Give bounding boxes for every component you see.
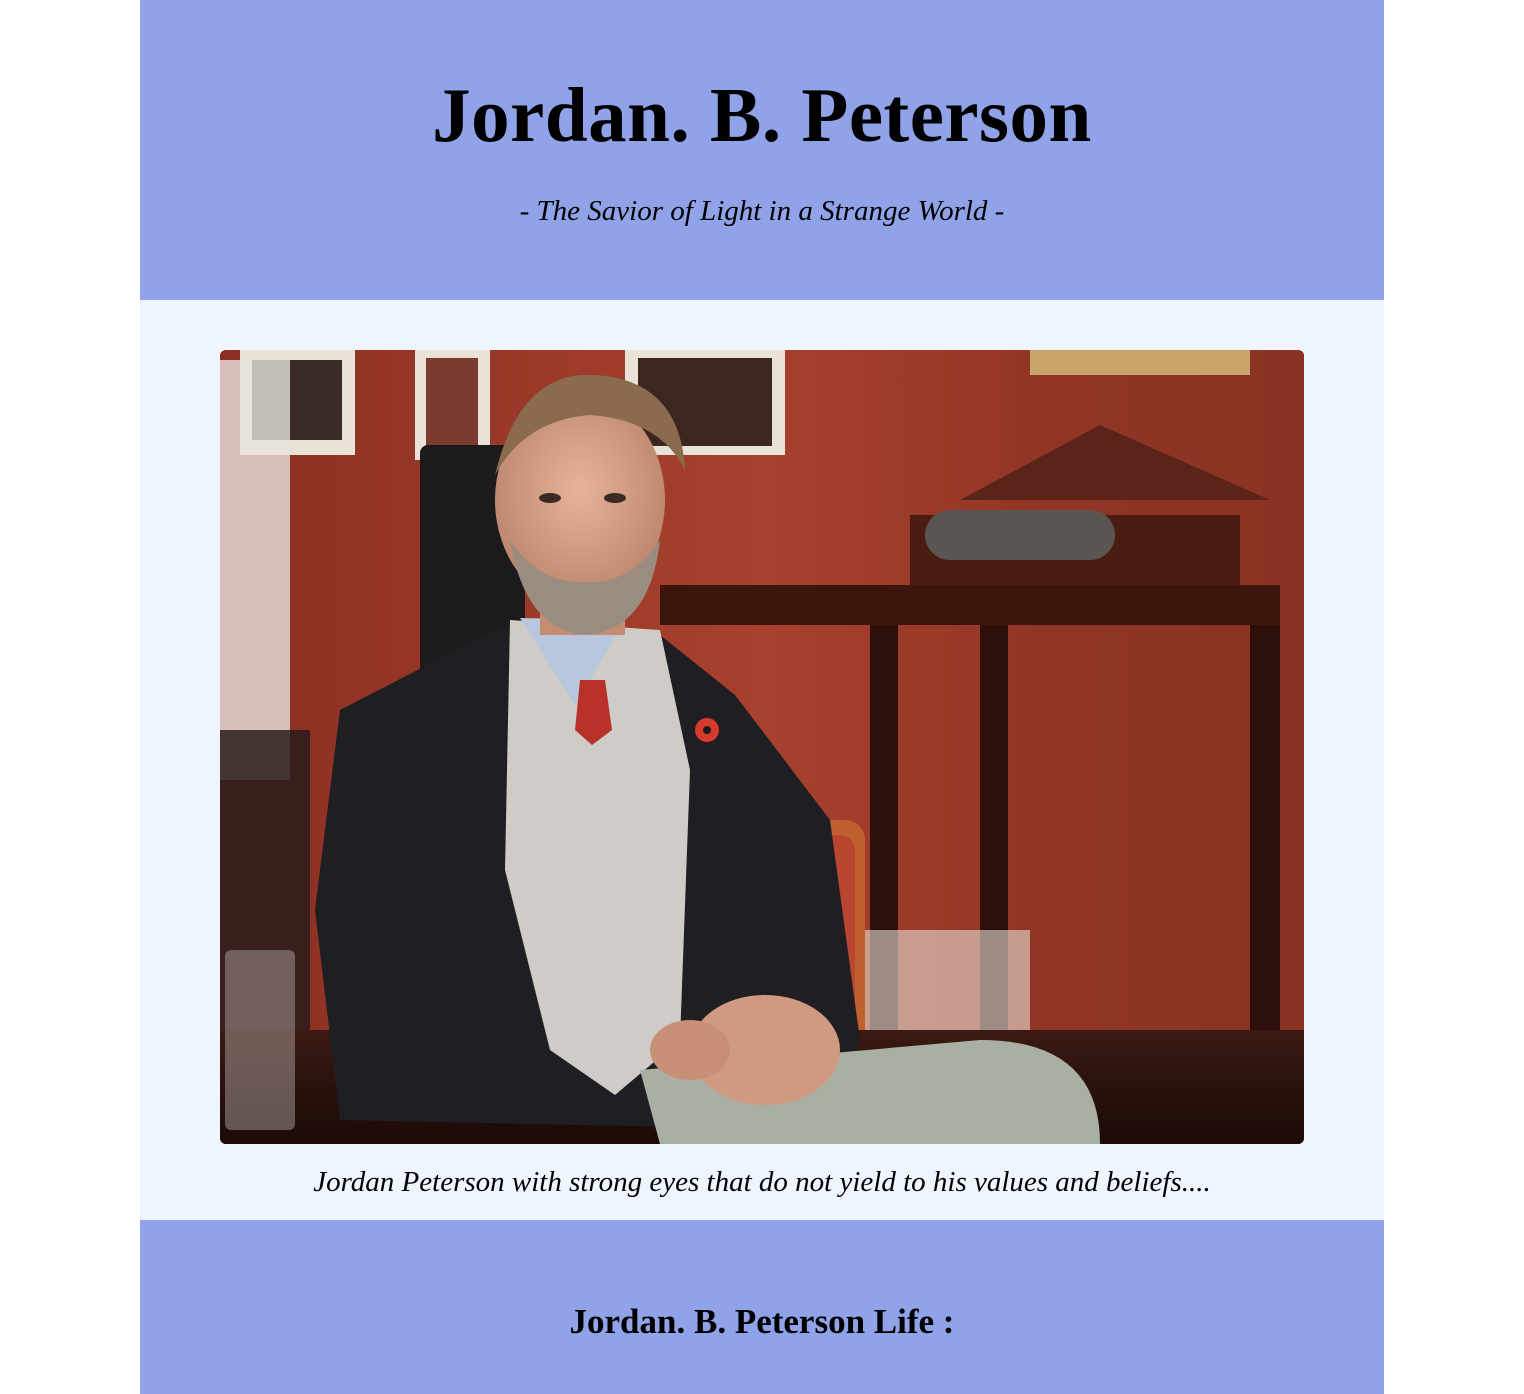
life-section-heading: Jordan. B. Peterson Life : xyxy=(569,1302,955,1341)
life-section: Jordan. B. Peterson Life : xyxy=(140,1220,1384,1394)
page-title: Jordan. B. Peterson xyxy=(432,72,1092,158)
photo-caption: Jordan Peterson with strong eyes that do… xyxy=(313,1166,1211,1198)
header-banner: Jordan. B. Peterson - The Savior of Ligh… xyxy=(140,0,1384,300)
portrait-photo xyxy=(220,350,1304,1144)
page: Jordan. B. Peterson - The Savior of Ligh… xyxy=(140,0,1384,1394)
photo-section: Jordan Peterson with strong eyes that do… xyxy=(140,300,1384,1220)
page-subtitle: - The Savior of Light in a Strange World… xyxy=(519,195,1005,227)
portrait-illustration xyxy=(220,350,1304,1144)
